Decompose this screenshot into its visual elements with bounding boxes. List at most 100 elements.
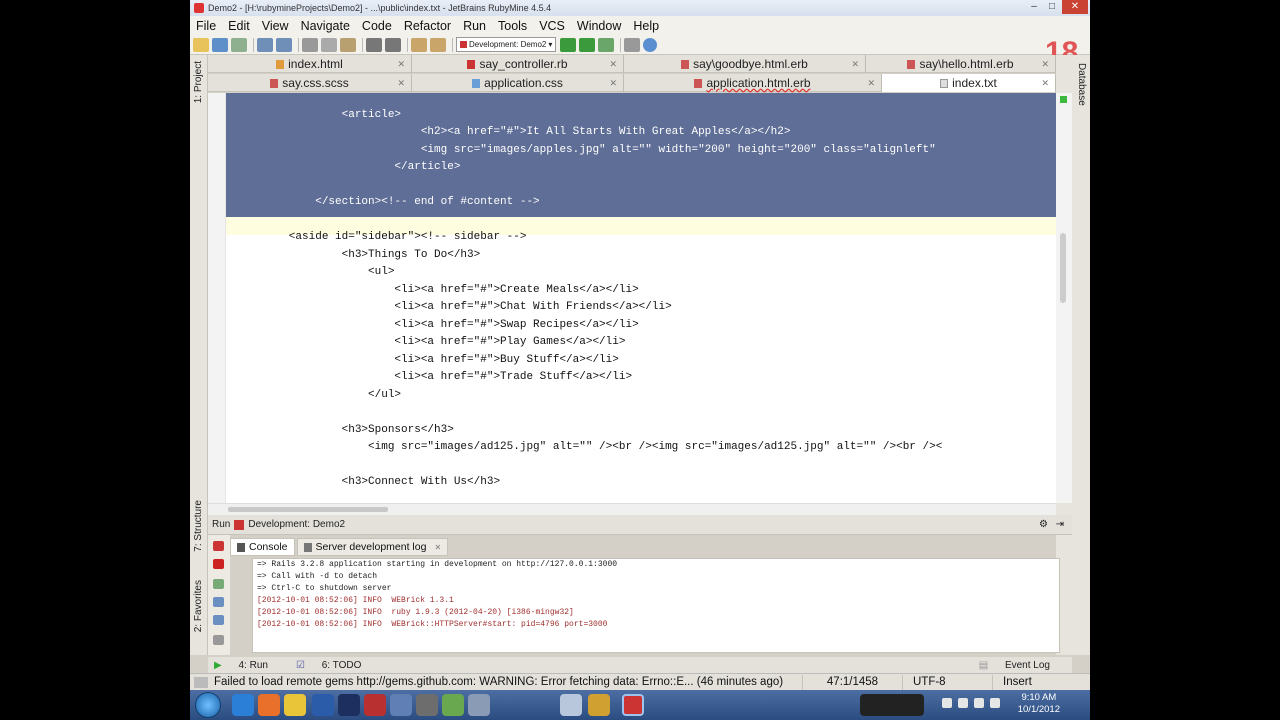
print-icon[interactable] [213, 597, 224, 607]
paste-icon[interactable] [340, 37, 356, 52]
volume-icon[interactable] [958, 698, 968, 708]
run-config-dropdown[interactable]: Development: Demo2 ▾ [456, 37, 557, 52]
database-tool-button[interactable]: Database [1076, 63, 1087, 106]
close-tab-icon[interactable]: ✕ [851, 59, 859, 70]
tab-console[interactable]: Console [230, 538, 295, 556]
console-output[interactable]: => Rails 3.2.8 application starting in d… [252, 558, 1060, 653]
network-icon[interactable] [942, 698, 952, 708]
menu-view[interactable]: View [256, 19, 295, 33]
publisher-icon[interactable] [442, 694, 464, 716]
close-tab-icon[interactable]: ✕ [397, 59, 405, 70]
tab-say-css[interactable]: say.css.scss ✕ [208, 74, 412, 92]
debug-icon[interactable] [579, 37, 596, 52]
coverage-icon[interactable] [598, 37, 615, 52]
copy-icon[interactable] [321, 37, 337, 52]
menu-tools[interactable]: Tools [492, 19, 533, 33]
run-tool-button[interactable]: ▶ 4: Run [214, 660, 282, 671]
tab-index-txt[interactable]: index.txt ✕ [882, 74, 1056, 92]
tab-index-html[interactable]: index.html ✕ [208, 55, 412, 73]
rubymine-taskbar-icon[interactable] [622, 694, 644, 716]
run-icon[interactable] [560, 37, 577, 52]
flash-icon[interactable] [364, 694, 386, 716]
menu-navigate[interactable]: Navigate [295, 19, 356, 33]
caret-position[interactable]: 47:1/1458 [802, 674, 902, 690]
close-tab-icon[interactable]: ✕ [397, 78, 405, 89]
close-tab-icon[interactable]: ✕ [609, 78, 617, 89]
gear-icon[interactable]: ⚙ [1039, 519, 1048, 530]
cut-icon[interactable] [302, 37, 318, 52]
close-tab-icon[interactable]: ✕ [1041, 59, 1049, 70]
close-run-icon[interactable] [213, 635, 224, 645]
file-encoding[interactable]: UTF-8 [902, 674, 992, 690]
close-tab-icon[interactable]: ✕ [867, 78, 875, 89]
app-icon[interactable] [468, 694, 490, 716]
close-tab-icon[interactable]: ✕ [1041, 78, 1049, 89]
hide-panel-icon[interactable]: ⇥ [1056, 519, 1064, 530]
scrollbar-thumb[interactable] [228, 507, 388, 512]
restore-layout-icon[interactable] [213, 579, 224, 589]
photoshop-icon[interactable] [338, 694, 360, 716]
explorer-icon[interactable] [560, 694, 582, 716]
project-tool-button[interactable]: 1: Project [193, 61, 204, 103]
save-all-icon[interactable] [212, 37, 228, 52]
power-icon[interactable] [990, 698, 1000, 708]
editor-horizontal-scrollbar[interactable] [208, 503, 1056, 515]
code-editor[interactable]: <article> <h2><a href="#">It All Starts … [208, 93, 1056, 503]
replace-icon[interactable] [385, 37, 401, 52]
scrollbar-thumb[interactable] [1060, 233, 1066, 303]
internet-explorer-icon[interactable] [232, 694, 254, 716]
word-icon[interactable] [312, 694, 334, 716]
rerun-icon[interactable] [213, 541, 224, 551]
tab-say-goodbye[interactable]: say\goodbye.html.erb ✕ [624, 55, 866, 73]
back-icon[interactable] [411, 37, 427, 52]
settings-icon[interactable] [624, 37, 641, 52]
tab-application-html-erb[interactable]: application.html.erb ✕ [624, 74, 882, 92]
tab-server-log[interactable]: Server development log ✕ [296, 538, 449, 556]
menu-run[interactable]: Run [457, 19, 492, 33]
todo-tool-button[interactable]: ☑ 6: TODO [296, 660, 375, 671]
close-tab-icon[interactable]: ✕ [609, 59, 617, 70]
forward-icon[interactable] [430, 37, 446, 52]
status-icon[interactable] [194, 676, 208, 688]
maximize-button[interactable]: □ [1044, 0, 1060, 14]
menu-vcs[interactable]: VCS [533, 19, 571, 33]
structure-tool-button[interactable]: 7: Structure [193, 500, 204, 552]
menu-help[interactable]: Help [627, 19, 665, 33]
event-log-button[interactable]: ▤ Event Log [979, 660, 1064, 671]
close-button[interactable]: ✕ [1062, 0, 1088, 14]
redo-icon[interactable] [276, 37, 292, 52]
menu-refactor[interactable]: Refactor [398, 19, 457, 33]
menu-window[interactable]: Window [571, 19, 627, 33]
inspection-ok-icon [1060, 96, 1067, 103]
chrome-window-icon[interactable] [588, 694, 610, 716]
pin-icon[interactable] [213, 615, 224, 625]
insert-mode[interactable]: Insert [992, 674, 1072, 690]
editor-vertical-scrollbar[interactable] [1056, 93, 1072, 503]
flag-icon[interactable] [974, 698, 984, 708]
favorites-tool-button[interactable]: 2: Favorites [193, 580, 204, 632]
synchronize-icon[interactable] [231, 37, 247, 52]
tab-label: say\goodbye.html.erb [693, 57, 808, 71]
tab-say-controller[interactable]: say_controller.rb ✕ [412, 55, 624, 73]
stop-icon[interactable] [213, 559, 224, 569]
open-folder-icon[interactable] [193, 37, 209, 52]
help-icon[interactable] [643, 37, 658, 52]
status-message[interactable]: Failed to load remote gems http://gems.g… [212, 676, 802, 688]
menu-file[interactable]: File [190, 19, 222, 33]
media-controls[interactable] [860, 694, 924, 716]
tab-say-hello[interactable]: say\hello.html.erb ✕ [866, 55, 1056, 73]
system-clock[interactable]: 9:10 AM 10/1/2012 [1018, 692, 1060, 716]
undo-icon[interactable] [257, 37, 273, 52]
tab-application-css[interactable]: application.css ✕ [412, 74, 624, 92]
menu-code[interactable]: Code [356, 19, 398, 33]
close-tab-icon[interactable]: ✕ [434, 543, 441, 552]
find-icon[interactable] [366, 37, 382, 52]
tools-icon[interactable] [416, 694, 438, 716]
firefox-icon[interactable] [258, 694, 280, 716]
code-line: <ul> [236, 266, 395, 278]
menu-edit[interactable]: Edit [222, 19, 256, 33]
chrome-icon[interactable] [284, 694, 306, 716]
start-button[interactable] [195, 692, 221, 718]
app-icon[interactable] [390, 694, 412, 716]
minimize-button[interactable]: – [1026, 0, 1042, 14]
